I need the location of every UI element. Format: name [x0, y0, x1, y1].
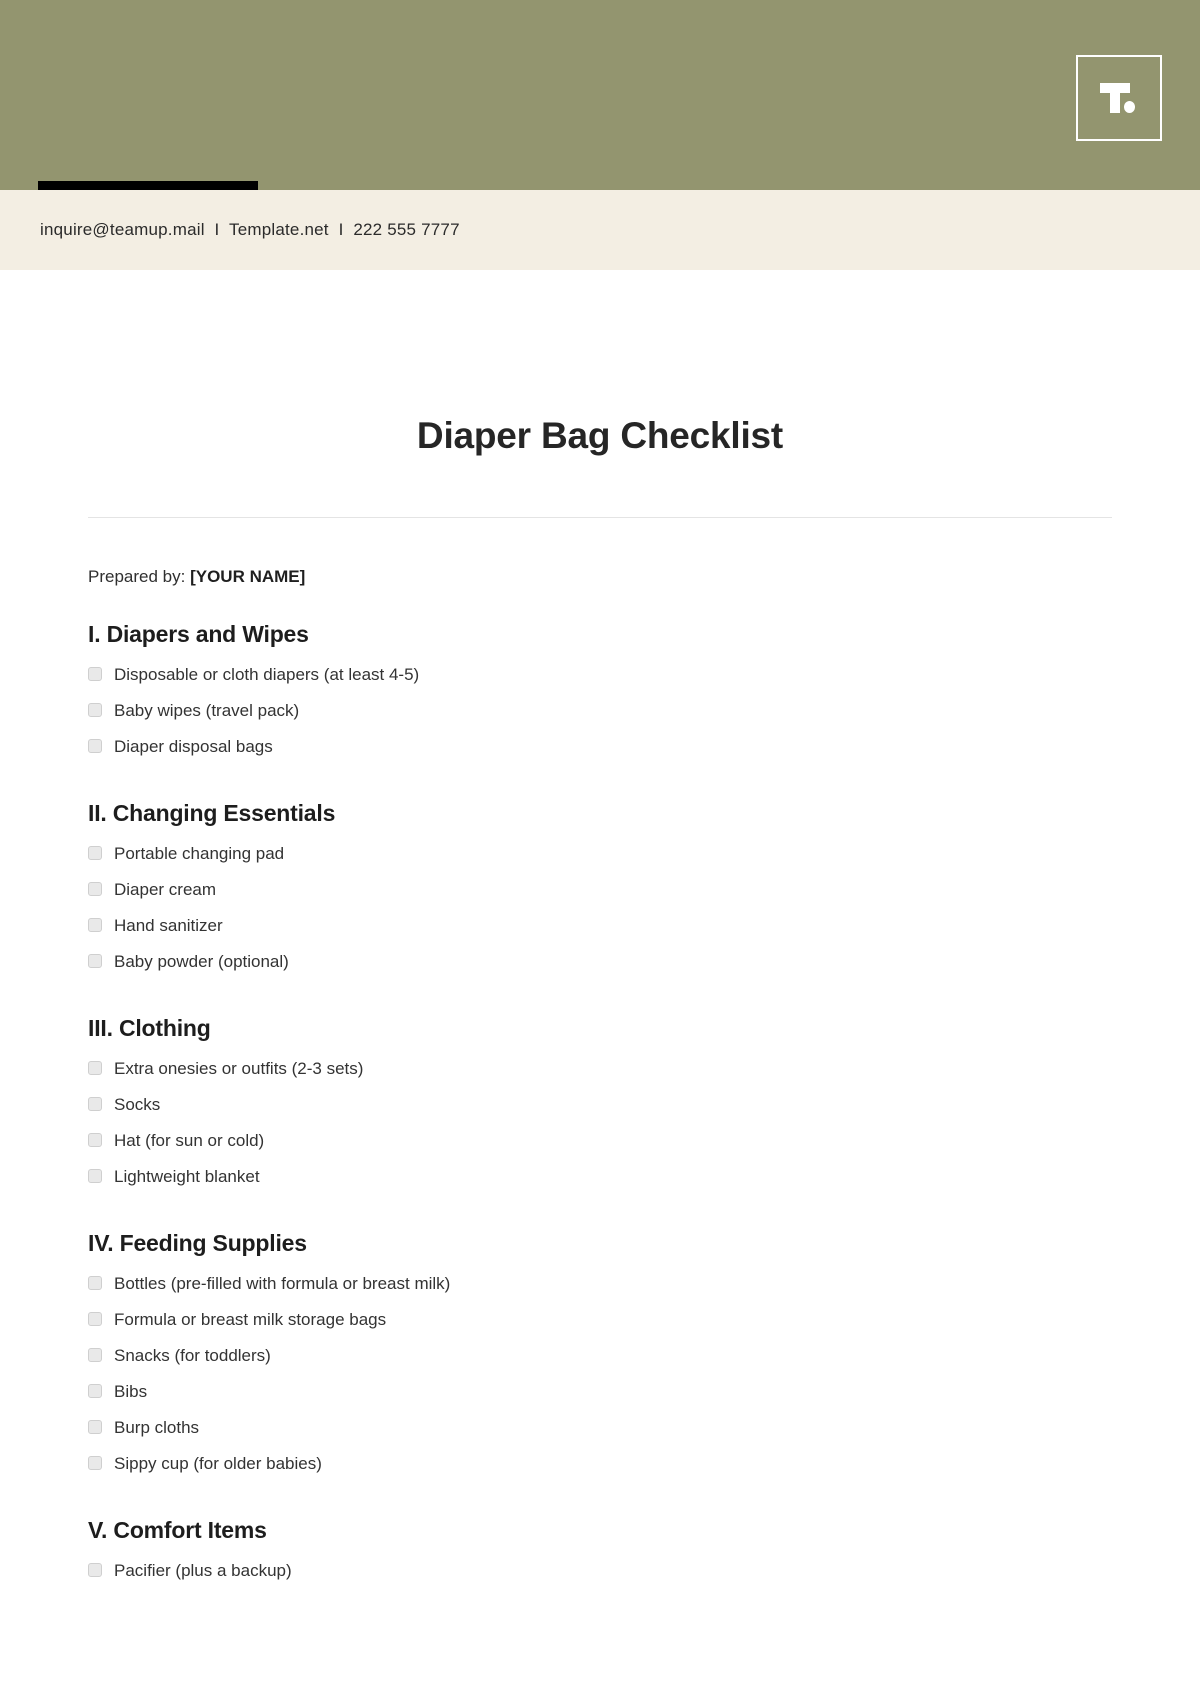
logo-dot-icon	[1124, 101, 1135, 113]
checklist-sections: I. Diapers and Wipes Disposable or cloth …	[88, 621, 1112, 1588]
checkbox-icon[interactable]	[88, 1456, 102, 1470]
checkbox-icon[interactable]	[88, 667, 102, 681]
checkbox-icon[interactable]	[88, 1384, 102, 1398]
checklist-section: II. Changing Essentials Portable changing…	[88, 800, 1112, 979]
section-heading: V. Comfort Items	[88, 1517, 267, 1543]
checklist-item[interactable]: Extra onesies or outfits (2-3 sets)	[88, 1050, 1112, 1086]
checkbox-icon[interactable]	[88, 1133, 102, 1147]
checklist-item-label: Socks	[114, 1094, 161, 1114]
checklist-item-label: Disposable or cloth diapers (at least 4-…	[114, 664, 420, 684]
brand-logo	[1076, 55, 1162, 141]
section-heading: I. Diapers and Wipes	[88, 621, 309, 647]
checklist-item[interactable]: Lightweight blanket	[88, 1158, 1112, 1194]
prepared-by-line: Prepared by: [YOUR NAME]	[88, 567, 1112, 587]
checklist-item[interactable]: Diaper disposal bags	[88, 728, 1112, 764]
checklist-item-label: Portable changing pad	[114, 843, 285, 863]
checklist-item[interactable]: Burp cloths	[88, 1409, 1112, 1445]
checklist-item[interactable]: Diaper cream	[88, 871, 1112, 907]
checkbox-icon[interactable]	[88, 1420, 102, 1434]
checklist-section: V. Comfort Items Pacifier (plus a backup)	[88, 1517, 1112, 1588]
template-t-icon	[1078, 57, 1160, 139]
checklist-item-label: Burp cloths	[114, 1417, 200, 1437]
checklist-item-label: Pacifier (plus a backup)	[114, 1560, 292, 1580]
checklist-item-label: Hat (for sun or cold)	[114, 1130, 265, 1150]
section-heading: II. Changing Essentials	[88, 800, 336, 826]
checklist-section: III. Clothing Extra onesies or outfits (2…	[88, 1015, 1112, 1194]
checklist-item-label: Snacks (for toddlers)	[114, 1345, 271, 1365]
checklist-item-label: Baby powder (optional)	[114, 951, 289, 971]
checklist-item[interactable]: Baby wipes (travel pack)	[88, 692, 1112, 728]
header-accent-bar	[38, 181, 258, 190]
contact-strip: inquire@teamup.mail I Template.net I 222…	[0, 190, 1200, 270]
checklist-section: I. Diapers and Wipes Disposable or cloth …	[88, 621, 1112, 764]
checklist-item[interactable]: Disposable or cloth diapers (at least 4-…	[88, 656, 1112, 692]
logo-t-stem	[1110, 83, 1120, 113]
section-heading: IV. Feeding Supplies	[88, 1230, 307, 1256]
page-title: Diaper Bag Checklist	[416, 415, 784, 456]
checkbox-icon[interactable]	[88, 1563, 102, 1577]
checklist-item-label: Diaper disposal bags	[114, 736, 273, 756]
checklist-item[interactable]: Portable changing pad	[88, 835, 1112, 871]
checklist-item-label: Lightweight blanket	[114, 1166, 260, 1186]
checklist-item-label: Bottles (pre-filled with formula or brea…	[114, 1273, 451, 1293]
checklist-item[interactable]: Pacifier (plus a backup)	[88, 1552, 1112, 1588]
checklist-item-label: Sippy cup (for older babies)	[114, 1453, 322, 1473]
checklist-item-label: Baby wipes (travel pack)	[114, 700, 300, 720]
checkbox-icon[interactable]	[88, 1348, 102, 1362]
checklist-item-label: Formula or breast milk storage bags	[114, 1309, 387, 1329]
prepared-by-label: Prepared by:	[88, 567, 186, 586]
section-heading: III. Clothing	[88, 1015, 211, 1041]
checklist-item-label: Extra onesies or outfits (2-3 sets)	[114, 1058, 364, 1078]
checklist-item[interactable]: Hand sanitizer	[88, 907, 1112, 943]
prepared-by-value[interactable]: [YOUR NAME]	[190, 567, 305, 586]
checklist-item[interactable]: Baby powder (optional)	[88, 943, 1112, 979]
checkbox-icon[interactable]	[88, 1169, 102, 1183]
document-body: Diaper Bag Checklist Prepared by: [YOUR …	[0, 270, 1200, 1588]
checkbox-icon[interactable]	[88, 954, 102, 968]
checklist-item-label: Bibs	[114, 1381, 148, 1401]
page-header	[0, 0, 1200, 190]
checkbox-icon[interactable]	[88, 739, 102, 753]
checklist-item[interactable]: Sippy cup (for older babies)	[88, 1445, 1112, 1481]
checklist-item-label: Diaper cream	[114, 879, 217, 899]
checkbox-icon[interactable]	[88, 1276, 102, 1290]
checklist-item[interactable]: Snacks (for toddlers)	[88, 1337, 1112, 1373]
contact-line: inquire@teamup.mail I Template.net I 222…	[40, 220, 460, 239]
checklist-item[interactable]: Hat (for sun or cold)	[88, 1122, 1112, 1158]
checkbox-icon[interactable]	[88, 918, 102, 932]
checkbox-icon[interactable]	[88, 703, 102, 717]
checkbox-icon[interactable]	[88, 846, 102, 860]
checklist-item-label: Hand sanitizer	[114, 915, 223, 935]
checklist-item[interactable]: Bibs	[88, 1373, 1112, 1409]
checkbox-icon[interactable]	[88, 1061, 102, 1075]
checkbox-icon[interactable]	[88, 1312, 102, 1326]
checklist-section: IV. Feeding Supplies Bottles (pre-filled …	[88, 1230, 1112, 1481]
title-divider	[88, 517, 1112, 518]
checklist-item[interactable]: Formula or breast milk storage bags	[88, 1301, 1112, 1337]
checkbox-icon[interactable]	[88, 882, 102, 896]
checkbox-icon[interactable]	[88, 1097, 102, 1111]
checklist-item[interactable]: Socks	[88, 1086, 1112, 1122]
checklist-item[interactable]: Bottles (pre-filled with formula or brea…	[88, 1265, 1112, 1301]
